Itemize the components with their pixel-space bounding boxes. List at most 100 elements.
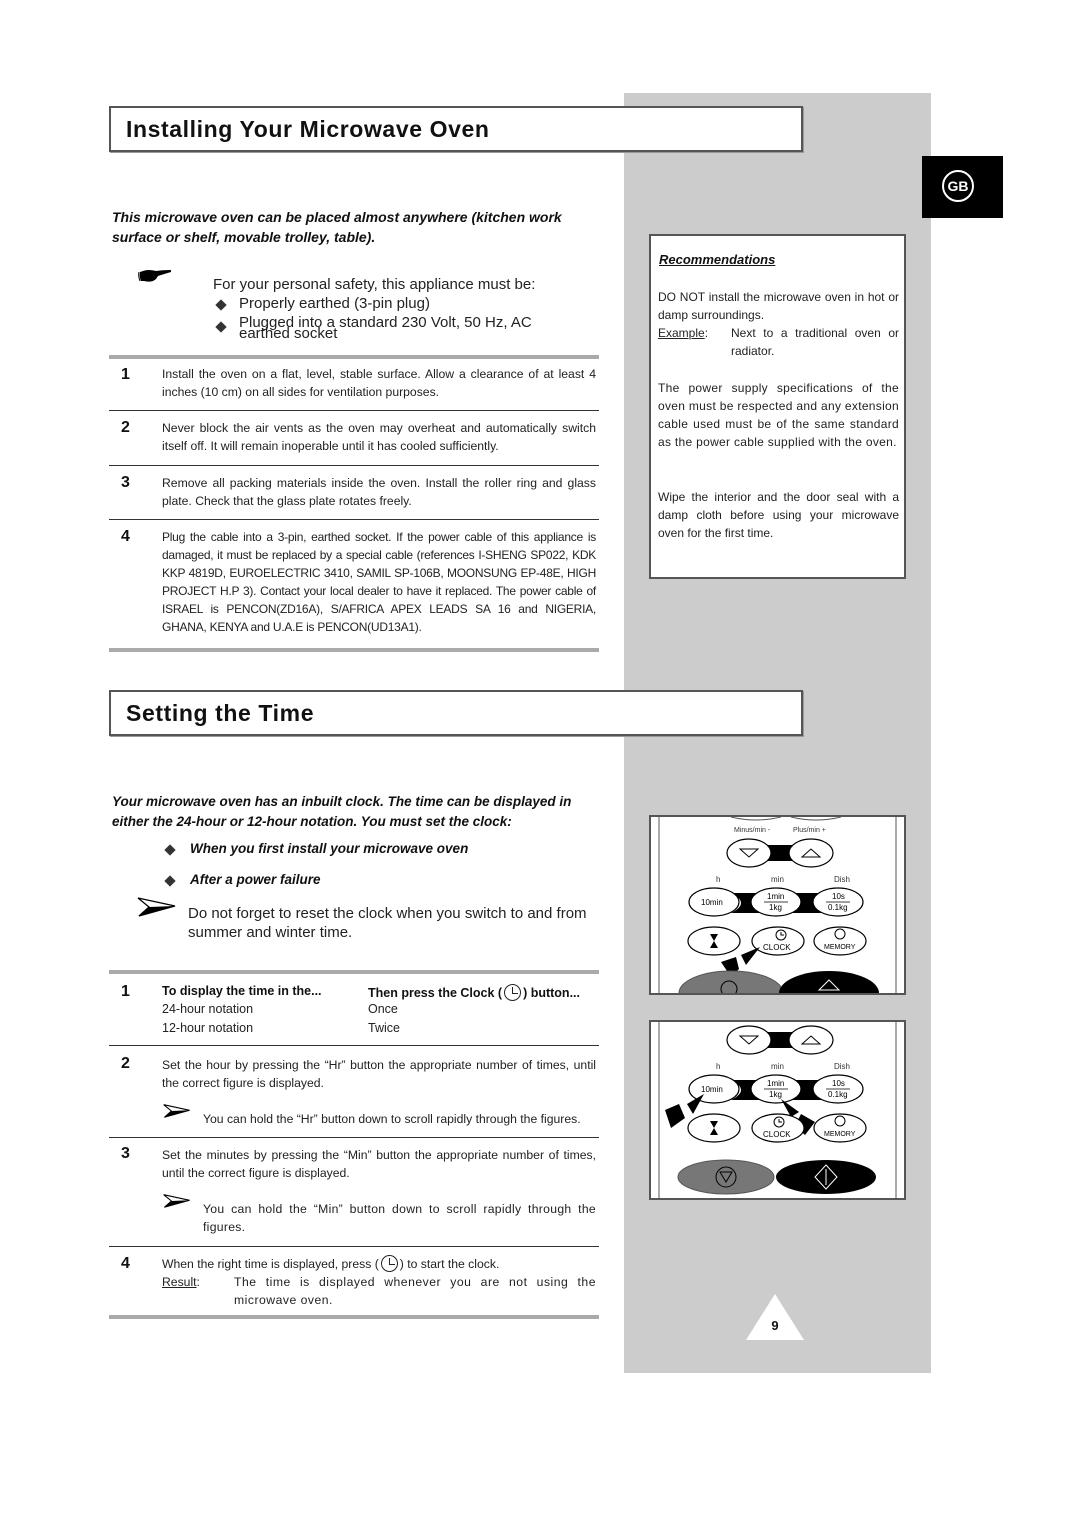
language-tab: GB xyxy=(922,156,1003,218)
table-cell-notation: 24-hour notation xyxy=(162,1002,254,1016)
setting-time-intro: Your microwave oven has an inbuilt clock… xyxy=(112,794,572,829)
divider xyxy=(109,970,599,974)
result-text: The time is displayed whenever you are n… xyxy=(234,1275,596,1307)
timer-button[interactable] xyxy=(687,926,741,956)
table-cell-notation: 12-hour notation xyxy=(162,1021,254,1035)
step-number: 2 xyxy=(121,1055,130,1072)
step-text: Plug the cable into a 3-pin, earthed soc… xyxy=(162,530,596,634)
step-number: 4 xyxy=(121,528,130,545)
clock-reset-note: Do not forget to reset the clock when yo… xyxy=(188,905,587,941)
condition-bullet: After a power failure xyxy=(164,872,321,887)
recommendation-text: Wipe the interior and the door seal with… xyxy=(658,490,899,540)
step-text: When the right time is displayed, press … xyxy=(162,1255,500,1272)
safety-bullet: Plugged into a standard 230 Volt, 50 Hz,… xyxy=(215,315,577,341)
recommendations-box: Recommendations DO NOT install the micro… xyxy=(649,234,906,579)
control-panel-svg: Minus/min - Plus/min + h min Dish 10min … xyxy=(658,817,897,993)
stop-button[interactable] xyxy=(678,970,784,993)
condition-bullet: When you first install your microwave ov… xyxy=(164,841,468,856)
step-number: 1 xyxy=(121,983,130,1000)
clock-button-label: CLOCK xyxy=(763,943,791,952)
memory-button-label: MEMORY xyxy=(824,944,856,951)
control-panel-illustration-clock: Minus/min - Plus/min + h min Dish 10min … xyxy=(649,815,906,995)
step-number: 4 xyxy=(121,1255,130,1272)
h-label: h xyxy=(716,875,720,884)
step-number: 3 xyxy=(121,474,130,491)
h-label: h xyxy=(716,1062,720,1071)
step-text: Install the oven on a flat, level, stabl… xyxy=(162,367,596,399)
note-arrow-icon xyxy=(137,897,176,917)
svg-text:1kg: 1kg xyxy=(769,1090,782,1099)
svg-text:10s: 10s xyxy=(832,892,845,901)
section-title-installing: Installing Your Microwave Oven xyxy=(109,106,803,152)
diamond-bullet-icon xyxy=(215,321,227,333)
svg-text:0.1kg: 0.1kg xyxy=(828,903,848,912)
minus-label: Minus/min - xyxy=(734,827,771,834)
table-cell-presses: Twice xyxy=(368,1021,400,1035)
divider xyxy=(109,1045,599,1046)
recommendations-title: Recommendations xyxy=(659,252,776,267)
memory-button-label: MEMORY xyxy=(824,1131,856,1138)
hour-button-label: 10min xyxy=(701,1085,723,1094)
divider xyxy=(109,355,599,359)
recommendation-example: Example: Next to a traditional oven or r… xyxy=(658,326,899,358)
pointer-arrow-icon xyxy=(741,947,760,965)
step-number: 1 xyxy=(121,366,130,383)
dish-label: Dish xyxy=(834,1062,850,1071)
language-badge: GB xyxy=(942,170,974,202)
installing-intro: This microwave oven can be placed almost… xyxy=(112,209,562,245)
divider xyxy=(109,519,599,520)
table-cell-presses: Once xyxy=(368,1002,398,1016)
step-text: Set the minutes by pressing the “Min” bu… xyxy=(162,1148,596,1180)
divider xyxy=(109,1137,599,1138)
table-header-notation: To display the time in the... xyxy=(162,984,322,998)
divider xyxy=(109,410,599,411)
divider xyxy=(109,1246,599,1247)
min-label: min xyxy=(771,875,784,884)
control-panel-svg: h min Dish 10min 1min 1kg 10s 0.1kg CLOC… xyxy=(658,1022,897,1198)
step-text: Set the hour by pressing the “Hr” button… xyxy=(162,1058,596,1090)
step-number: 3 xyxy=(121,1145,130,1162)
clock-icon xyxy=(380,1255,398,1272)
setting-time-title: Setting the Time xyxy=(126,700,315,726)
minus-button[interactable] xyxy=(726,838,772,868)
divider xyxy=(109,465,599,466)
min-label: min xyxy=(771,1062,784,1071)
svg-text:0.1kg: 0.1kg xyxy=(828,1090,848,1099)
pointing-hand-icon xyxy=(138,270,171,282)
stop-button[interactable] xyxy=(677,1159,775,1195)
svg-text:1kg: 1kg xyxy=(769,903,782,912)
minus-button[interactable] xyxy=(726,1025,772,1055)
tip-text: You can hold the “Min” button down to sc… xyxy=(203,1202,596,1234)
tip-arrow-icon xyxy=(163,1104,190,1118)
page-number: 9 xyxy=(771,1318,779,1333)
diamond-bullet-icon xyxy=(164,875,176,887)
diamond-bullet-icon xyxy=(164,844,176,856)
section-title-setting-time: Setting the Time xyxy=(109,690,803,736)
page-number-marker xyxy=(746,1294,804,1340)
table-header-presses: Then press the Clock () button... xyxy=(368,984,580,1001)
pointer-arrow-icon xyxy=(665,1104,685,1128)
clock-button-label: CLOCK xyxy=(763,1130,791,1139)
step-number: 2 xyxy=(121,419,130,436)
recommendation-text: The power supply specifications of the o… xyxy=(658,381,899,449)
timer-button[interactable] xyxy=(687,1113,741,1143)
diamond-bullet-icon xyxy=(215,299,227,311)
clock-icon xyxy=(504,984,522,1001)
plus-button[interactable] xyxy=(788,838,834,868)
step-text: Remove all packing materials inside the … xyxy=(162,476,596,508)
recommendation-text: DO NOT install the microwave oven in hot… xyxy=(658,290,899,322)
safety-lead: For your personal safety, this appliance… xyxy=(213,276,536,293)
step-text: Never block the air vents as the oven ma… xyxy=(162,421,596,453)
plus-label: Plus/min + xyxy=(793,827,826,834)
plus-button[interactable] xyxy=(788,1025,834,1055)
safety-bullet: Properly earthed (3-pin plug) xyxy=(215,295,430,312)
dish-label: Dish xyxy=(834,875,850,884)
installing-title: Installing Your Microwave Oven xyxy=(126,116,490,142)
svg-text:1min: 1min xyxy=(767,892,784,901)
tip-text: You can hold the “Hr” button down to scr… xyxy=(203,1112,581,1126)
svg-text:10s: 10s xyxy=(832,1079,845,1088)
tip-arrow-icon xyxy=(163,1194,190,1208)
control-panel-illustration-hour-minute: h min Dish 10min 1min 1kg 10s 0.1kg CLOC… xyxy=(649,1020,906,1200)
divider xyxy=(109,1315,599,1319)
divider xyxy=(109,648,599,652)
